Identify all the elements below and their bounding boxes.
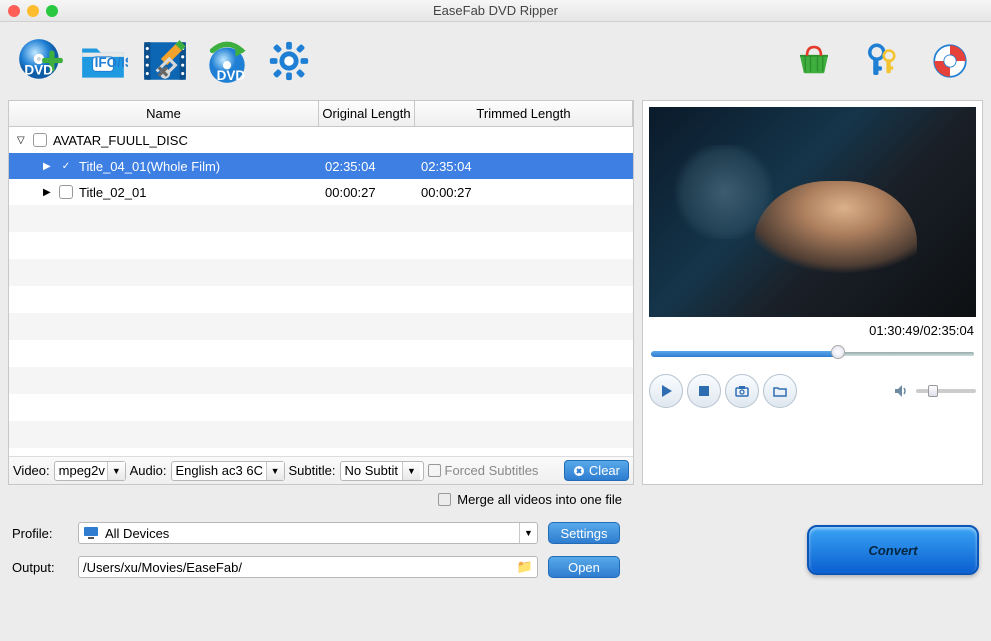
- zoom-icon[interactable]: [46, 5, 58, 17]
- disc-name: AVATAR_FUULL_DISC: [53, 133, 188, 148]
- title-checkbox[interactable]: [59, 185, 73, 199]
- open-button[interactable]: Open: [548, 556, 620, 578]
- title-checkbox[interactable]: ✓: [59, 159, 73, 173]
- play-button[interactable]: [649, 374, 683, 408]
- output-label: Output:: [12, 560, 68, 575]
- title-row[interactable]: ▶ ✓ Title_04_01(Whole Film) 02:35:04 02:…: [9, 153, 633, 179]
- merge-checkbox[interactable]: [438, 493, 451, 506]
- subtitle-select[interactable]: No Subtit▼: [340, 461, 424, 481]
- volume-slider[interactable]: [916, 389, 976, 393]
- help-button[interactable]: [925, 36, 975, 86]
- settings-gear-button[interactable]: [264, 36, 314, 86]
- title-name: Title_02_01: [79, 185, 146, 200]
- column-original-length[interactable]: Original Length: [319, 101, 415, 126]
- audio-select[interactable]: English ac3 6C▼: [171, 461, 285, 481]
- settings-button[interactable]: Settings: [548, 522, 620, 544]
- title-table: Name Original Length Trimmed Length ▽ AV…: [8, 100, 634, 485]
- load-ifo-button[interactable]: IFO/ISO: [78, 36, 128, 86]
- profile-select[interactable]: All Devices ▼: [78, 522, 538, 544]
- video-label: Video:: [13, 463, 50, 478]
- video-select[interactable]: mpeg2v▼: [54, 461, 126, 481]
- disclosure-triangle-icon[interactable]: ▶: [43, 187, 53, 198]
- browse-folder-icon[interactable]: 📁: [517, 559, 533, 575]
- stop-button[interactable]: [687, 374, 721, 408]
- seek-thumb-icon[interactable]: [831, 345, 845, 359]
- disclosure-triangle-icon[interactable]: ▶: [43, 161, 53, 172]
- svg-text:IFO/ISO: IFO/ISO: [95, 55, 128, 70]
- title-row[interactable]: ▶ Title_02_01 00:00:27 00:00:27: [9, 179, 633, 205]
- subtitle-label: Subtitle:: [289, 463, 336, 478]
- profile-label: Profile:: [12, 526, 68, 541]
- svg-text:DVD: DVD: [24, 63, 53, 78]
- load-dvd-button[interactable]: DVD: [16, 36, 66, 86]
- output-field[interactable]: /Users/xu/Movies/EaseFab/ 📁: [78, 556, 538, 578]
- title-trimmed: 00:00:27: [415, 185, 633, 200]
- clear-button[interactable]: Clear: [564, 460, 629, 481]
- preview-video[interactable]: [649, 107, 976, 317]
- toolbar: DVD IFO/ISO: [0, 22, 991, 100]
- window-title: EaseFab DVD Ripper: [0, 3, 991, 18]
- open-folder-button[interactable]: [763, 374, 797, 408]
- edit-button[interactable]: [140, 36, 190, 86]
- speaker-icon: [892, 382, 910, 400]
- disclosure-triangle-icon[interactable]: ▽: [17, 135, 27, 146]
- forced-subtitles-label: Forced Subtitles: [445, 463, 539, 478]
- column-trimmed-length[interactable]: Trimmed Length: [415, 101, 633, 126]
- preview-time: 01:30:49/02:35:04: [649, 317, 976, 348]
- convert-button[interactable]: Convert: [807, 525, 979, 575]
- audio-label: Audio:: [130, 463, 167, 478]
- buy-button[interactable]: [789, 36, 839, 86]
- snapshot-button[interactable]: [725, 374, 759, 408]
- svg-text:DVD: DVD: [217, 68, 246, 83]
- title-trimmed: 02:35:04: [415, 159, 633, 174]
- close-icon[interactable]: [8, 5, 20, 17]
- disc-convert-button[interactable]: DVD: [202, 36, 252, 86]
- forced-subtitles-checkbox[interactable]: [428, 464, 441, 477]
- title-original: 00:00:27: [319, 185, 415, 200]
- monitor-icon: [83, 526, 99, 540]
- titlebar: EaseFab DVD Ripper: [0, 0, 991, 22]
- clear-icon: [573, 465, 585, 477]
- column-name[interactable]: Name: [9, 101, 319, 126]
- preview-panel: 01:30:49/02:35:04: [642, 100, 983, 485]
- register-button[interactable]: [857, 36, 907, 86]
- title-original: 02:35:04: [319, 159, 415, 174]
- disc-checkbox[interactable]: [33, 133, 47, 147]
- merge-label: Merge all videos into one file: [457, 492, 622, 507]
- seek-slider[interactable]: [651, 348, 974, 358]
- title-name: Title_04_01(Whole Film): [79, 159, 220, 174]
- minimize-icon[interactable]: [27, 5, 39, 17]
- disc-row[interactable]: ▽ AVATAR_FUULL_DISC: [9, 127, 633, 153]
- track-options: Video: mpeg2v▼ Audio: English ac3 6C▼ Su…: [9, 456, 633, 484]
